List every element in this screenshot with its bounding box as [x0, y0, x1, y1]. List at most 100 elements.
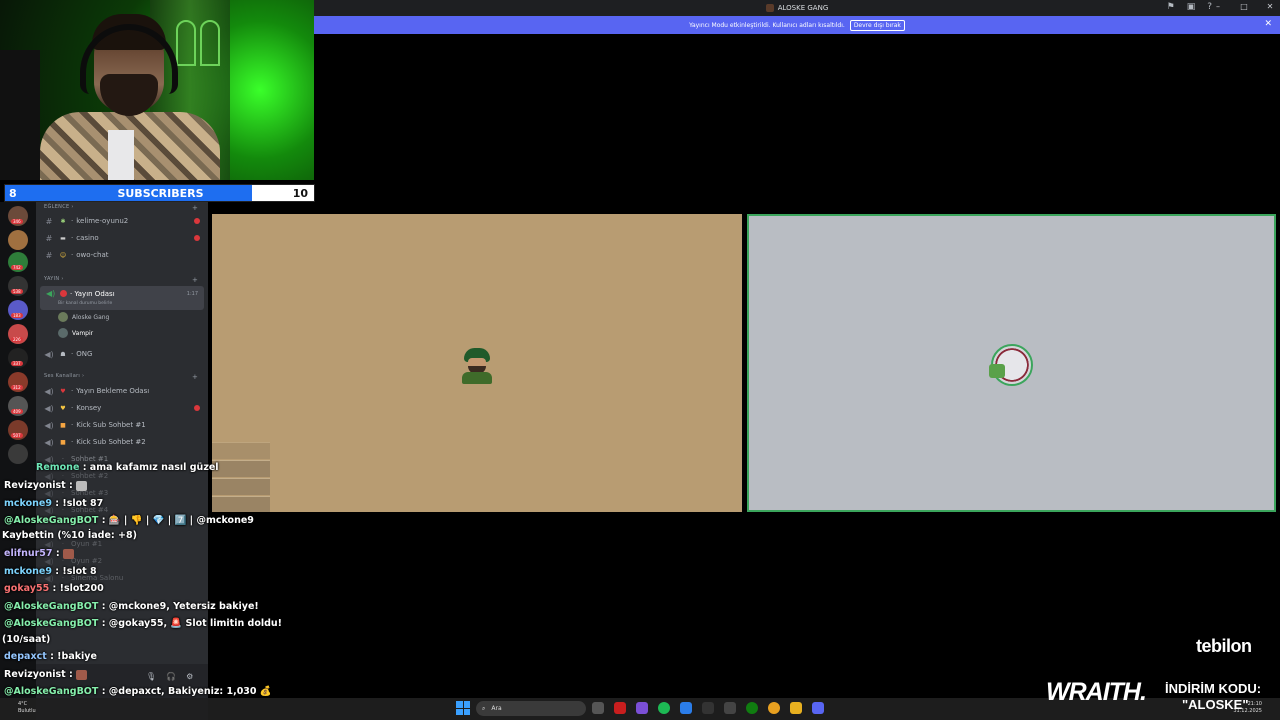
- file-explorer-icon[interactable]: [790, 702, 802, 714]
- avatar: [58, 328, 68, 338]
- voice-channel[interactable]: ◀) ■ · Kick Sub Sohbet #1: [36, 418, 208, 432]
- voice-user[interactable]: Vampir: [58, 328, 93, 338]
- search-icon: ⌕: [482, 704, 486, 712]
- disable-streamer-mode-button[interactable]: Devre dışı bırak: [849, 19, 905, 31]
- game-character: [458, 348, 494, 384]
- app-icon[interactable]: [636, 702, 648, 714]
- channel-status[interactable]: Bir kanal durumu belirle: [58, 301, 112, 306]
- server-icon[interactable]: 507: [8, 420, 28, 440]
- discord-icon[interactable]: [812, 702, 824, 714]
- unread-badge: [194, 235, 200, 241]
- weather-widget[interactable]: 4°C Bulutlu: [18, 701, 36, 715]
- server-icon[interactable]: 409: [8, 396, 28, 416]
- xbox-icon[interactable]: [746, 702, 758, 714]
- voice-channel[interactable]: ◀) ♥ · Yayın Bekleme Odası: [36, 384, 208, 398]
- chat-message: Revizyonist :: [4, 480, 88, 491]
- server-icon[interactable]: [8, 444, 28, 464]
- subscriber-label: SUBSCRIBERS: [117, 186, 204, 200]
- promo-code: "ALOSKE": [1182, 697, 1249, 712]
- speaking-avatar: [989, 344, 1033, 386]
- server-badge: 742: [11, 265, 23, 270]
- chat-message: @AloskeGangBOT : @mckone9, Yetersiz baki…: [4, 601, 259, 612]
- voice-channel[interactable]: ◀) ■ · Kick Sub Sohbet #2: [36, 435, 208, 449]
- chat-message: depaxct : !bakiye: [4, 651, 97, 662]
- window-title: ALOSKE GANG: [777, 4, 829, 12]
- text-channel-icon: #: [45, 250, 53, 260]
- server-badge: 409: [11, 409, 23, 414]
- chat-message: Revizyonist :: [4, 669, 88, 680]
- avatar: [58, 312, 68, 322]
- unread-badge: [194, 218, 200, 224]
- close-window-button[interactable]: ✕: [1264, 2, 1276, 11]
- server-icon[interactable]: 337: [8, 348, 28, 368]
- voice-channel-ong[interactable]: ◀) ☗ · ONG: [36, 347, 208, 361]
- voice-channel[interactable]: ◀) ♥ · Konsey: [36, 401, 208, 415]
- category-yayin[interactable]: YAYIN › +: [44, 276, 198, 284]
- microphone-icon[interactable]: 🎙: [146, 672, 156, 681]
- category-ses[interactable]: Ses Kanalları › +: [44, 373, 198, 381]
- chat-message: Remone : ama kafamız nasıl güzel: [36, 462, 219, 473]
- epic-games-icon[interactable]: [702, 702, 714, 714]
- server-icon[interactable]: [8, 230, 28, 250]
- webcam-feed: [0, 0, 314, 180]
- chat-message: (10/saat): [2, 634, 51, 645]
- chat-message: @AloskeGangBOT : 🎰 | 👎 | 💎 | 7️⃣ | @mcko…: [4, 515, 254, 526]
- minimize-button[interactable]: –: [1212, 2, 1224, 11]
- server-badge: 226: [11, 337, 23, 342]
- subscriber-goal: 10: [292, 186, 308, 200]
- server-badge: 183: [11, 313, 23, 318]
- channel-kelime-oyunu2[interactable]: # ✱ · kelime-oyunu2: [36, 214, 208, 228]
- sponsor-logo-wraith: WRAITH.: [1046, 678, 1147, 706]
- server-logo-icon: [765, 4, 774, 12]
- chat-message: Kaybettin (%10 İade: +8): [2, 530, 137, 541]
- screen: { "window": { "title": "ALOSKE GANG" }, …: [0, 0, 1280, 720]
- server-icon[interactable]: 183: [8, 300, 28, 320]
- server-icon[interactable]: 742: [8, 252, 28, 272]
- chat-message: elifnur57 :: [4, 548, 74, 559]
- server-badge: 312: [11, 385, 23, 390]
- voice-user[interactable]: Aloske Gang: [58, 312, 109, 322]
- inbox-icon[interactable]: ⚑: [1167, 2, 1175, 12]
- maximize-button[interactable]: □: [1238, 2, 1250, 11]
- channel-list: EĞLENCE › + # ✱ · kelime-oyunu2 # ▬ · casino …: [36, 202, 208, 720]
- unread-badge: [194, 405, 200, 411]
- opera-icon[interactable]: [614, 702, 626, 714]
- server-badge: 538: [11, 289, 23, 294]
- server-icon[interactable]: 538: [8, 276, 28, 296]
- task-view-icon[interactable]: [592, 702, 604, 714]
- app-icon[interactable]: [724, 702, 736, 714]
- notice-text: Yayıncı Modu etkinleştirildi. Kullanıcı …: [689, 21, 845, 29]
- chat-message: gokay55 : !slot200: [4, 583, 104, 594]
- streamer-mode-notice: Yayıncı Modu etkinleştirildi. Kullanıcı …: [314, 16, 1280, 34]
- speaker-icon: ◀): [46, 289, 56, 298]
- voice-channel-yayin-odasi[interactable]: ◀) · Yayın Odası Bir kanal durumu belirl…: [40, 286, 204, 310]
- taskbar-search[interactable]: ⌕ Ara: [476, 701, 586, 716]
- live-dot-icon: [60, 290, 67, 297]
- window-titlebar: ALOSKE GANG ⚑ ▣ ? – □ ✕: [314, 0, 1280, 16]
- server-badge: 337: [11, 361, 23, 366]
- chrome-icon[interactable]: [768, 702, 780, 714]
- stream-view-right[interactable]: [747, 214, 1276, 512]
- stream-view-left[interactable]: [212, 214, 742, 512]
- telegram-icon[interactable]: [680, 702, 692, 714]
- category-eglence[interactable]: EĞLENCE › +: [44, 204, 198, 212]
- headphones-icon[interactable]: 🎧: [166, 672, 176, 681]
- close-notice-icon[interactable]: ✕: [1264, 19, 1272, 29]
- chat-message: @AloskeGangBOT : @gokay55, 🚨 Slot limiti…: [4, 618, 283, 629]
- chat-message: @AloskeGangBOT : @depaxct, Bakiyeniz: 1,…: [4, 686, 272, 697]
- spotify-icon[interactable]: [658, 702, 670, 714]
- server-badge: 346: [11, 219, 23, 224]
- promo-label: İNDİRİM KODU:: [1165, 681, 1262, 696]
- start-button[interactable]: [456, 701, 470, 715]
- server-icon[interactable]: 346: [8, 206, 28, 226]
- channel-owo-chat[interactable]: # ☺ · owo-chat: [36, 248, 208, 262]
- settings-gear-icon[interactable]: ⚙: [186, 672, 193, 681]
- channel-casino[interactable]: # ▬ · casino: [36, 231, 208, 245]
- server-icon[interactable]: 312: [8, 372, 28, 392]
- text-channel-icon: #: [45, 233, 53, 243]
- text-channel-icon: #: [45, 216, 53, 226]
- server-icon[interactable]: 226: [8, 324, 28, 344]
- server-badge: 507: [11, 433, 23, 438]
- subscriber-goal-bar: 8 SUBSCRIBERS 10: [4, 184, 315, 202]
- screen-icon[interactable]: ▣: [1187, 2, 1196, 12]
